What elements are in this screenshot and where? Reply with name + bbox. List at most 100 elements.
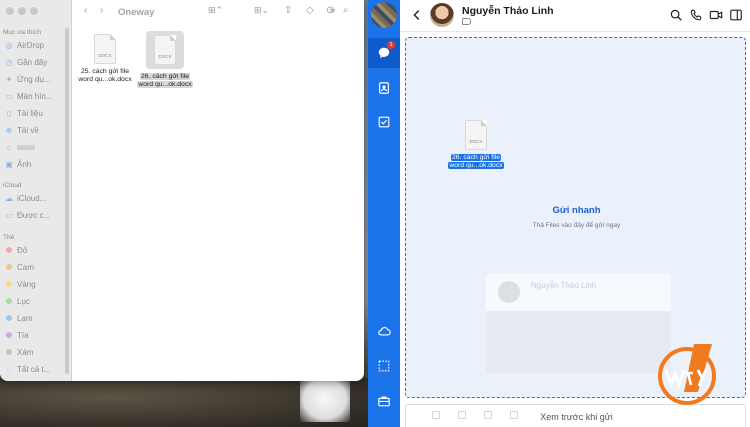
rail-todo-button[interactable]: [368, 107, 400, 137]
tag-dot-icon: [6, 315, 12, 321]
sidebar-item-applications[interactable]: ✦ Ứng dụ...: [4, 73, 51, 85]
airdrop-icon: ◎: [5, 40, 13, 50]
home-icon: ⌂: [6, 142, 12, 152]
finder-window: Mục ưa thích ◎ AirDrop ◷ Gần đây ✦ Ứng dụ..…: [0, 0, 364, 381]
sidebar-item-photos[interactable]: ▣ Ảnh: [4, 158, 31, 170]
chat-header: Nguyễn Thảo Linh: [400, 0, 750, 32]
file-label: 25. cách gửi file word qu...ok.docx: [78, 68, 132, 83]
docx-file-icon: DOCX: [94, 34, 116, 64]
video-call-button[interactable]: [709, 8, 723, 22]
close-window-button[interactable]: [6, 7, 14, 15]
chevron-left-icon: [413, 10, 420, 20]
sidebar-item-recents[interactable]: ◷ Gần đây: [4, 56, 48, 68]
quick-send-subtitle: Thả Files vào đây để gửi ngay: [532, 222, 621, 229]
app-navigation-rail: 1: [368, 0, 400, 427]
file-item-26-selected[interactable]: DOCX 26. cách gửi file word qu...ok.docx: [137, 31, 193, 89]
tag-dot-icon: [6, 332, 12, 338]
sidebar-tag-blue[interactable]: Lam: [4, 312, 33, 324]
sidebar-section-icloud: iCloud: [3, 182, 22, 189]
desktop-fabric: [300, 376, 350, 422]
rail-messages-button[interactable]: 1: [368, 38, 400, 68]
sidebar-tag-red[interactable]: Đỏ: [4, 244, 27, 256]
group-icon[interactable]: ⊞⌄: [254, 5, 269, 16]
preview-before-send-label: Xem trước khi gửi: [540, 412, 613, 422]
docx-file-icon: DOCX: [154, 35, 176, 65]
view-mode-icon[interactable]: ⊞⌃: [208, 5, 223, 16]
sidebar-section-tags: Thẻ: [3, 234, 15, 241]
finder-sidebar: Mục ưa thích ◎ AirDrop ◷ Gần đây ✦ Ứng dụ..…: [0, 0, 72, 381]
photos-icon: ▣: [5, 159, 13, 169]
faded-avatar: [498, 281, 520, 303]
forward-icon[interactable]: ›: [100, 5, 103, 16]
sidebar-item-documents[interactable]: ▯ Tài liệu: [4, 107, 43, 119]
user-avatar[interactable]: [371, 2, 397, 28]
sidebar-tag-all[interactable]: ◌ Tất cả t...: [4, 363, 51, 375]
quick-send-title: Gửi nhanh: [552, 205, 601, 216]
search-button[interactable]: [669, 8, 683, 22]
docx-file-icon: DOCX: [465, 120, 487, 150]
all-tags-icon: ◌: [6, 364, 12, 374]
phone-icon: [690, 9, 702, 21]
sidebar-item-home[interactable]: ⌂: [4, 141, 38, 153]
tag-dot-icon: [6, 281, 12, 287]
sidebar-tag-orange[interactable]: Cam: [4, 261, 34, 273]
sidebar-item-icloud-drive[interactable]: ☁ iCloud...: [4, 192, 46, 204]
sidebar-scrollbar[interactable]: [65, 28, 69, 374]
finder-title: Oneway: [118, 7, 155, 18]
tag-dot-icon: [6, 298, 12, 304]
cloud-icon: ☁: [5, 193, 13, 203]
rail-contacts-button[interactable]: [368, 73, 400, 103]
sidebar-tag-green[interactable]: Lục: [4, 295, 30, 307]
selected-icon-highlight: DOCX: [146, 31, 184, 69]
sidebar-tag-purple[interactable]: Tía: [4, 329, 29, 341]
finder-toolbar: ‹ › Oneway ⊞⌃ ⊞⌄ ⇪ ◇ ⊙ » ⌕: [72, 0, 364, 26]
dragged-file[interactable]: DOCX 26. cách gửi file word qu...ok.docx: [446, 120, 506, 170]
rail-cloud-button[interactable]: [368, 316, 400, 346]
sidebar-item-airdrop[interactable]: ◎ AirDrop: [4, 39, 45, 51]
minimize-window-button[interactable]: [18, 7, 26, 15]
tag-dot-icon: [6, 349, 12, 355]
tag-dot-icon: [6, 264, 12, 270]
oneway-watermark-logo: [658, 344, 716, 405]
toggle-info-panel-button[interactable]: [729, 8, 743, 22]
cloud-icon: [378, 327, 391, 336]
file-item-25[interactable]: DOCX 25. cách gửi file word qu...ok.docx: [77, 34, 133, 84]
rail-screenshot-button[interactable]: [368, 351, 400, 381]
checkbox-icon: [378, 116, 390, 128]
label-tag-icon[interactable]: [462, 18, 471, 25]
file-label: 26. cách gửi file word qu...ok.docx: [137, 73, 193, 88]
contact-name[interactable]: Nguyễn Thảo Linh: [462, 5, 554, 17]
zoom-window-button[interactable]: [30, 7, 38, 15]
desktop-icon: ▭: [5, 91, 13, 101]
clock-icon: ◷: [5, 57, 13, 67]
sidebar-item-downloads[interactable]: ⊕ Tải về: [4, 124, 39, 136]
share-icon[interactable]: ⇪: [284, 5, 292, 16]
document-icon: ▯: [6, 108, 12, 118]
voice-call-button[interactable]: [689, 8, 703, 22]
faded-image: [486, 311, 671, 373]
tag-dot-icon: [6, 247, 12, 253]
faded-contact-name: Nguyễn Thảo Linh: [531, 281, 597, 290]
search-icon: [670, 9, 682, 21]
sidebar-item-desktop[interactable]: ▭ Màn hìn...: [4, 90, 52, 102]
video-camera-icon: [709, 10, 723, 20]
contacts-icon: [379, 82, 389, 94]
sidebar-tag-gray[interactable]: Xám: [4, 346, 33, 358]
screenshot-icon: [378, 360, 390, 372]
faded-message-preview: Nguyễn Thảo Linh: [486, 273, 671, 373]
shared-folder-icon: ▭: [5, 210, 13, 220]
rail-toolbox-button[interactable]: [368, 386, 400, 416]
tag-icon[interactable]: ◇: [306, 5, 314, 16]
dragged-file-label: 26. cách gửi file word qu...ok.docx: [448, 154, 504, 169]
sidebar-tag-yellow[interactable]: Vàng: [4, 278, 36, 290]
applications-icon: ✦: [5, 74, 13, 84]
contact-avatar[interactable]: [430, 3, 454, 27]
back-icon[interactable]: ‹: [84, 5, 87, 16]
sidebar-section-favorites: Mục ưa thích: [3, 29, 41, 36]
search-icon[interactable]: ⌕: [343, 5, 349, 16]
download-icon: ⊕: [5, 125, 13, 135]
unread-badge: 1: [387, 41, 395, 49]
expand-toolbar-icon[interactable]: »: [330, 5, 336, 16]
back-button[interactable]: [410, 8, 424, 22]
sidebar-item-shared[interactable]: ▭ Được c...: [4, 209, 50, 221]
